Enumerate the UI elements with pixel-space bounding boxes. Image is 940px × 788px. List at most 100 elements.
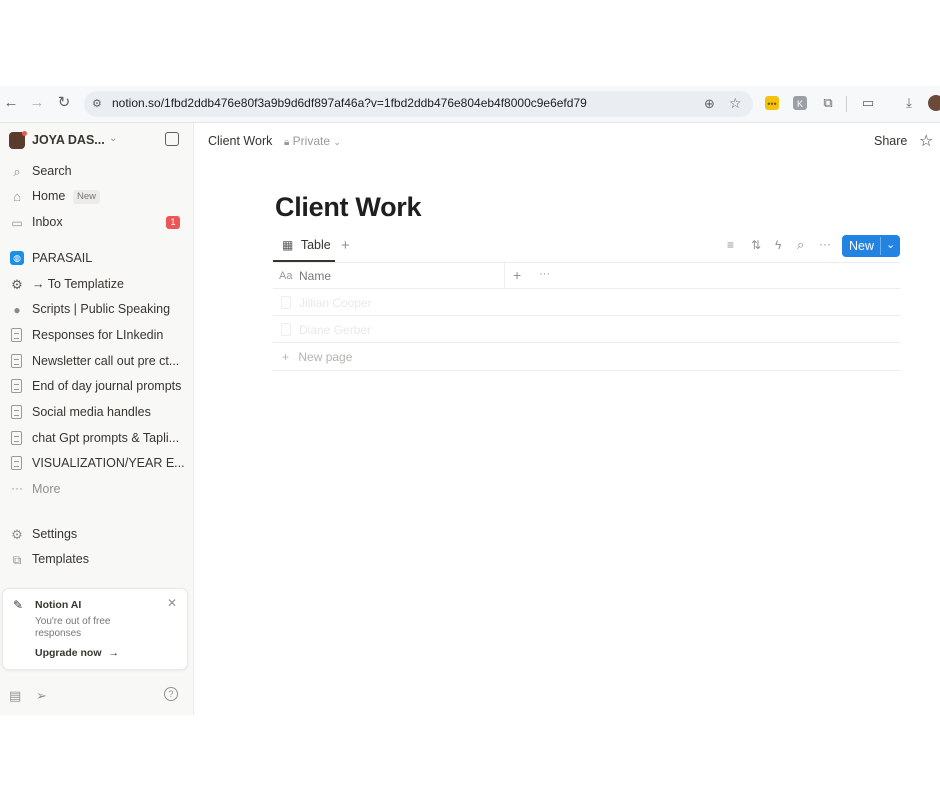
breadcrumb[interactable]: Client Work bbox=[208, 134, 272, 148]
row-document-icon bbox=[281, 296, 291, 309]
person-icon: ● bbox=[13, 303, 21, 317]
sidebar-page-to-templatize[interactable]: ⚙ → To Templatize bbox=[0, 273, 193, 297]
close-icon[interactable]: ✕ bbox=[167, 596, 177, 610]
calendar-icon[interactable]: ▤ bbox=[9, 688, 21, 704]
templates-icon: ⧉ bbox=[12, 553, 22, 567]
send-icon[interactable]: ➢ bbox=[36, 688, 47, 704]
sidebar-page-label: Social media handles bbox=[32, 405, 151, 419]
extensions-puzzle-icon[interactable]: ⧉ bbox=[820, 95, 836, 111]
sidebar-templates[interactable]: ⧉ Templates bbox=[0, 548, 193, 572]
property-options-icon[interactable]: ··· bbox=[539, 268, 550, 280]
toolbar-divider bbox=[846, 96, 847, 112]
settings-gear-icon: ⚙ bbox=[11, 527, 23, 542]
sidebar-page-label: PARASAIL bbox=[32, 251, 93, 265]
filter-icon[interactable]: ≡ bbox=[727, 238, 734, 252]
sidebar-page-chatgpt[interactable]: chat Gpt prompts & Tapli... bbox=[0, 427, 193, 451]
upgrade-now-label: Upgrade now bbox=[35, 647, 102, 659]
row-document-icon bbox=[281, 323, 291, 336]
sidebar-item-label: Home bbox=[32, 189, 66, 203]
view-tab-table[interactable]: ▦ Table bbox=[282, 238, 331, 252]
add-property-icon[interactable]: + bbox=[513, 267, 521, 283]
sidebar-page-label: Scripts | Public Speaking bbox=[32, 302, 171, 316]
sidebar-page-visualization[interactable]: VISUALIZATION/YEAR E... bbox=[0, 452, 193, 476]
new-button[interactable]: New ⌄ bbox=[842, 235, 900, 257]
zoom-icon[interactable]: ⊕ bbox=[704, 96, 715, 112]
favorite-star-icon[interactable]: ☆ bbox=[919, 131, 933, 151]
sidebar-item-home[interactable]: ⌂ Home New bbox=[0, 185, 193, 209]
chevron-down-icon[interactable]: ⌄ bbox=[109, 133, 117, 144]
sidebar-page-label: Responses for LInkedin bbox=[32, 328, 164, 342]
table-row[interactable]: Jillian Cooper bbox=[299, 296, 372, 310]
sidebar-page-journal[interactable]: End of day journal prompts bbox=[0, 375, 193, 399]
sidebar-page-scripts[interactable]: ● Scripts | Public Speaking bbox=[0, 298, 193, 322]
sidebar-page-label: End of day journal prompts bbox=[32, 379, 182, 393]
sidebar: JOYA DAS... ⌄ ⌕ Search ⌂ Home New ▭ Inbo… bbox=[0, 123, 194, 715]
more-dots-icon: ··· bbox=[11, 481, 23, 495]
new-page-icon[interactable] bbox=[165, 132, 179, 146]
reload-icon[interactable]: ↻ bbox=[55, 94, 73, 112]
privacy-indicator[interactable]: 🔒︎ Private ⌄ bbox=[284, 134, 341, 148]
site-settings-icon[interactable]: ⚙ bbox=[92, 97, 106, 111]
new-page-row[interactable]: + New page bbox=[282, 350, 352, 364]
new-page-label: New page bbox=[298, 350, 353, 364]
privacy-label: Private bbox=[292, 134, 331, 148]
workspace-switcher[interactable]: JOYA DAS... ⌄ bbox=[0, 129, 193, 153]
back-icon[interactable]: ← bbox=[2, 94, 20, 112]
document-icon bbox=[11, 456, 22, 470]
table-bottom-border bbox=[273, 370, 900, 371]
notification-dot bbox=[22, 131, 27, 136]
sidebar-page-label: → To Templatize bbox=[32, 277, 124, 291]
chevron-down-icon[interactable]: ⌄ bbox=[886, 238, 895, 251]
page-title[interactable]: Client Work bbox=[275, 192, 422, 223]
home-icon: ⌂ bbox=[13, 189, 21, 204]
document-icon bbox=[11, 354, 22, 368]
sidebar-settings[interactable]: ⚙ Settings bbox=[0, 523, 193, 547]
document-icon bbox=[11, 379, 22, 393]
table-row[interactable]: Diane Gerber bbox=[299, 323, 371, 337]
address-bar[interactable]: ⚙ notion.so/1fbd2ddb476e80f3a9b9d6df897a… bbox=[84, 91, 753, 117]
arrow-right-icon: → bbox=[108, 647, 119, 659]
sidebar-page-newsletter[interactable]: Newsletter call out pre ct... bbox=[0, 350, 193, 374]
sort-icon[interactable]: ⇅ bbox=[751, 238, 761, 252]
notion-ai-icon: ✎ bbox=[13, 598, 24, 612]
sidebar-page-social[interactable]: Social media handles bbox=[0, 401, 193, 425]
gear-icon: ⚙ bbox=[11, 277, 23, 292]
new-button-divider bbox=[880, 237, 881, 255]
sidebar-templates-label: Templates bbox=[32, 552, 89, 566]
share-button[interactable]: Share bbox=[874, 134, 907, 148]
new-badge: New bbox=[73, 190, 101, 204]
sidebar-page-label: chat Gpt prompts & Tapli... bbox=[32, 431, 180, 445]
globe-icon: ◍ bbox=[10, 251, 24, 265]
sidebar-item-search[interactable]: ⌕ Search bbox=[0, 160, 193, 184]
document-icon bbox=[11, 328, 22, 342]
notion-ai-card: ✎ Notion AI ✕ You're out of free respons… bbox=[2, 588, 188, 670]
extension-password-icon[interactable]: ••• bbox=[765, 96, 779, 110]
add-view-icon[interactable]: + bbox=[341, 237, 350, 254]
plus-icon: + bbox=[282, 350, 290, 364]
search-icon: ⌕ bbox=[13, 164, 21, 179]
sidebar-item-inbox[interactable]: ▭ Inbox 1 bbox=[0, 211, 193, 235]
url-text: notion.so/1fbd2ddb476e80f3a9b9d6df897af4… bbox=[112, 96, 587, 110]
lock-icon: 🔒︎ bbox=[284, 137, 290, 148]
notion-ai-title: Notion AI bbox=[35, 599, 82, 611]
tab-search-icon[interactable]: ▭ bbox=[860, 95, 876, 111]
profile-avatar[interactable] bbox=[928, 95, 940, 111]
forward-icon[interactable]: → bbox=[28, 94, 46, 112]
column-header-name[interactable]: Name bbox=[299, 269, 331, 283]
upgrade-now-link[interactable]: Upgrade now → bbox=[35, 647, 119, 659]
sidebar-item-label: Search bbox=[32, 164, 72, 178]
automation-lightning-icon[interactable]: ϟ bbox=[775, 238, 781, 252]
sidebar-more-label: More bbox=[32, 482, 61, 496]
bookmark-star-icon[interactable]: ☆ bbox=[729, 95, 742, 112]
sidebar-more[interactable]: ··· More bbox=[0, 478, 193, 502]
document-icon bbox=[11, 431, 22, 445]
more-options-icon[interactable]: ··· bbox=[819, 237, 831, 251]
sidebar-page-parasail[interactable]: ◍ PARASAIL bbox=[0, 247, 193, 271]
sidebar-page-responses[interactable]: Responses for LInkedin bbox=[0, 324, 193, 348]
help-icon[interactable]: ? bbox=[164, 687, 178, 701]
table-top-border bbox=[273, 262, 900, 263]
inbox-icon: ▭ bbox=[11, 216, 23, 230]
download-icon[interactable]: ⤓ bbox=[901, 95, 917, 111]
table-search-icon[interactable]: ⌕ bbox=[797, 237, 804, 253]
extension-k-icon[interactable]: K bbox=[793, 96, 807, 110]
